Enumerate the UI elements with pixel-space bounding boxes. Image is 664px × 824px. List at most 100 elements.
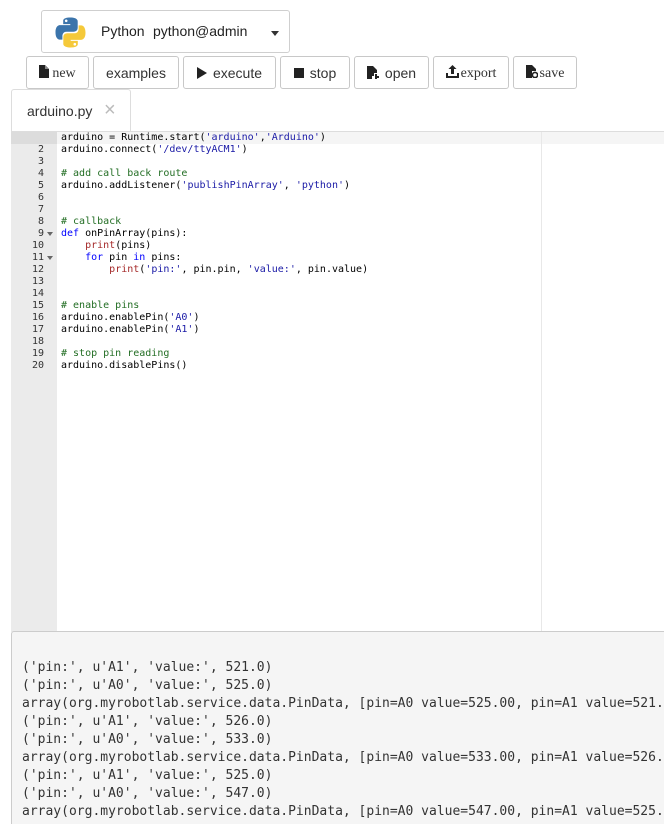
code-token: ) (193, 324, 200, 335)
code-token: ) (344, 180, 351, 191)
code-token: onPinArray(pins): (79, 228, 188, 239)
python-logo-icon (54, 16, 87, 49)
code-token: arduino.enablePin( (61, 324, 170, 335)
console-output[interactable]: ('pin:', u'A1', 'value:', 521.0) ('pin:',… (11, 631, 664, 824)
stop-button[interactable]: stop (280, 56, 350, 89)
code-token: 'A1' (169, 324, 194, 335)
code-token: 'arduino' (205, 132, 260, 143)
line-number: 9 (37, 228, 44, 239)
code-token: 'Arduino' (265, 132, 320, 143)
console-line: ('pin:', u'A0', 'value:', 533.0) (22, 732, 273, 747)
code-token: pins: (145, 252, 182, 263)
code-token: # callback (61, 216, 122, 227)
line-number: 20 (31, 360, 44, 371)
code-token: 'value:' (247, 264, 296, 275)
code-line: # stop pin reading (61, 348, 169, 360)
chevron-down-icon[interactable] (271, 31, 279, 36)
execute-button[interactable]: execute (183, 56, 276, 89)
code-token: , (283, 180, 296, 191)
code-token: 'python' (295, 180, 344, 191)
line-number: 6 (37, 192, 44, 203)
code-token: # stop pin reading (61, 348, 170, 359)
code-token: 'A0' (169, 312, 194, 323)
service-selector[interactable]: Python python@admin (41, 10, 290, 53)
line-number: 14 (31, 288, 44, 299)
code-token: 'pin:' (145, 264, 182, 275)
export-button[interactable]: export (433, 56, 509, 89)
code-token: arduino.enablePin( (61, 312, 170, 323)
line-number: 13 (31, 276, 44, 287)
line-number-gutter: 1234567891011121314151617181920 (11, 132, 57, 632)
code-line: print('pin:', pin.pin, 'value:', pin.val… (61, 264, 368, 276)
line-number: 19 (31, 348, 44, 359)
code-line: arduino.addListener('publishPinArray', '… (61, 180, 350, 192)
line-number: 4 (37, 168, 44, 179)
code-token: '/dev/ttyACM1' (157, 144, 242, 155)
line-number: 10 (31, 240, 44, 251)
code-token: # add call back route (61, 168, 188, 179)
service-name-label: python@admin (153, 23, 248, 39)
new-button-label: new (52, 66, 76, 81)
code-line: # add call back route (61, 168, 187, 180)
file-open-icon (366, 66, 379, 79)
tab-label: arduino.py (27, 103, 93, 119)
code-line: print(pins) (61, 240, 151, 252)
code-line: # enable pins (61, 300, 139, 312)
code-token: print (85, 240, 116, 251)
console-line: ('pin:', u'A0', 'value:', 547.0) (22, 786, 273, 801)
save-button[interactable]: save (513, 56, 577, 89)
execute-button-label: execute (212, 64, 263, 81)
code-token: ) (241, 144, 248, 155)
fold-arrow-icon[interactable] (47, 256, 53, 260)
code-line: arduino.connect('/dev/ttyACM1') (61, 144, 248, 156)
save-button-label: save (539, 66, 565, 81)
line-number: 8 (37, 216, 44, 227)
code-line: # callback (61, 216, 121, 228)
code-token: arduino.disablePins() (61, 360, 188, 371)
close-icon[interactable]: × (104, 100, 116, 120)
open-button-label: open (384, 64, 417, 81)
code-token: pin (103, 252, 134, 263)
print-margin (541, 132, 542, 632)
line-number: 7 (37, 204, 44, 215)
code-token: print (109, 264, 140, 275)
service-type-label: Python (101, 23, 145, 39)
console-line: ('pin:', u'A1', 'value:', 525.0) (22, 768, 273, 783)
export-button-label: export (460, 66, 497, 81)
line-number: 15 (31, 300, 44, 311)
code-line: arduino.enablePin('A1') (61, 324, 200, 336)
new-button[interactable]: new (26, 56, 89, 89)
code-token: (pins) (115, 240, 152, 251)
open-button[interactable]: open (354, 56, 429, 89)
tab-arduino-py[interactable]: arduino.py × (11, 89, 131, 131)
console-line: array(org.myrobotlab.service.data.PinDat… (22, 804, 664, 819)
file-tabs: arduino.py × (11, 89, 664, 131)
code-line: arduino.enablePin('A0') (61, 312, 200, 324)
console-line: array(org.myrobotlab.service.data.PinDat… (22, 696, 664, 711)
code-editor[interactable]: 1234567891011121314151617181920 arduino … (11, 131, 664, 632)
line-number: 2 (37, 144, 44, 155)
code-line: arduino = Runtime.start('arduino','Ardui… (61, 132, 326, 144)
play-icon (196, 66, 207, 79)
code-token: arduino.addListener( (61, 180, 182, 191)
code-token: 'publishPinArray' (181, 180, 284, 191)
console-line: array(org.myrobotlab.service.data.PinDat… (22, 750, 664, 765)
console-line: ('pin:', u'A1', 'value:', 526.0) (22, 714, 273, 729)
file-icon (39, 64, 50, 78)
code-token: arduino = Runtime.start( (61, 132, 206, 143)
fold-arrow-icon[interactable] (47, 232, 53, 236)
file-save-icon (525, 64, 538, 78)
export-icon (445, 64, 459, 78)
code-token: # enable pins (61, 300, 140, 311)
line-number: 16 (31, 312, 44, 323)
code-line: arduino.disablePins() (61, 360, 187, 372)
code-line: for pin in pins: (61, 252, 181, 264)
console-line: ('pin:', u'A0', 'value:', 525.0) (22, 678, 273, 693)
active-line-gutter (11, 132, 57, 144)
code-token: ) (319, 132, 326, 143)
line-number: 12 (31, 264, 44, 275)
examples-button[interactable]: examples (93, 56, 179, 89)
line-number: 18 (31, 336, 44, 347)
